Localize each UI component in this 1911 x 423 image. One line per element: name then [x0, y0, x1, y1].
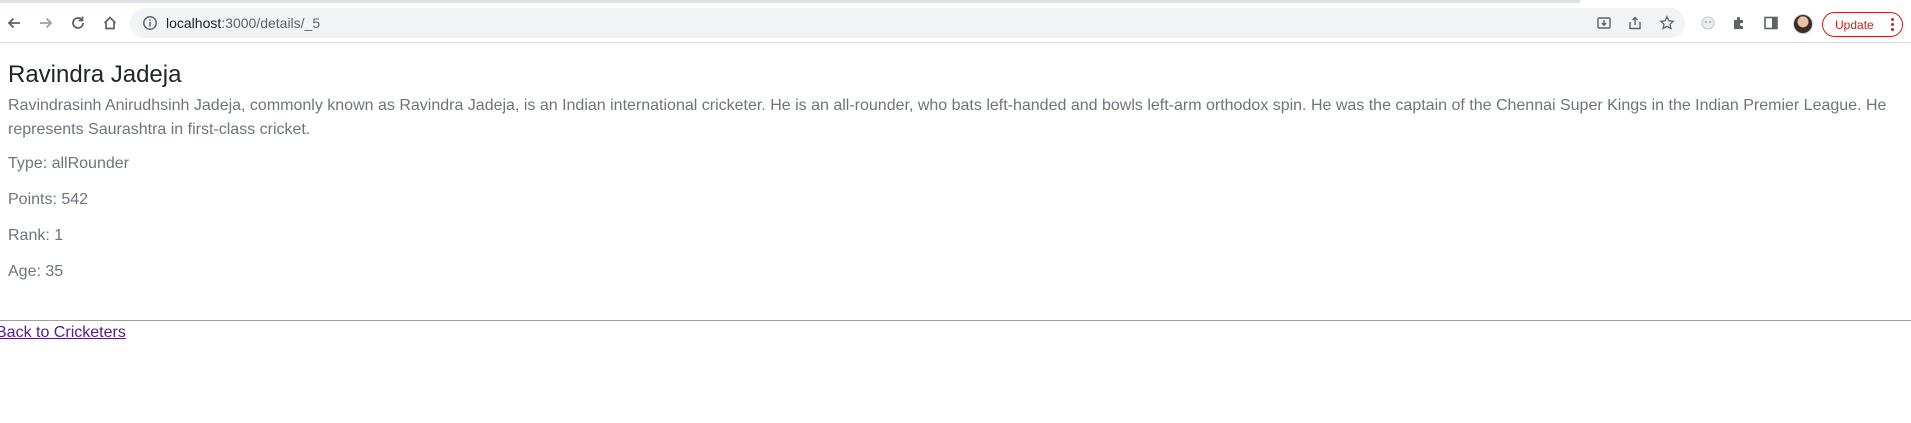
back-icon[interactable] [0, 9, 28, 37]
type-field: Type: allRounder [8, 155, 129, 172]
back-to-cricketers-link[interactable]: Back to Cricketers [0, 324, 126, 342]
profile-avatar[interactable] [1793, 14, 1813, 34]
install-app-icon[interactable] [1595, 14, 1613, 32]
cricketer-description: Ravindrasinh Anirudhsinh Jadeja, commonl… [8, 97, 1887, 138]
url-path: :3000/details/_5 [221, 15, 321, 31]
url-text[interactable]: localhost:3000/details/_5 [166, 15, 320, 31]
rank-field: Rank: 1 [8, 227, 64, 244]
reload-icon[interactable] [64, 9, 92, 37]
url-host: localhost [166, 15, 222, 31]
update-button[interactable]: Update [1822, 12, 1903, 37]
points-field: Points: 542 [8, 191, 89, 208]
forward-icon[interactable] [32, 9, 60, 37]
divider [0, 320, 1911, 321]
age-field: Age: 35 [8, 263, 64, 280]
menu-dots-icon[interactable] [1891, 18, 1894, 33]
side-panel-icon[interactable] [1762, 14, 1780, 32]
bookmark-star-icon[interactable] [1658, 14, 1676, 32]
cricketer-name: Ravindra Jadeja [8, 61, 182, 88]
browser-toolbar: localhost:3000/details/_5 Update [0, 3, 1911, 43]
site-info-icon[interactable] [142, 15, 158, 36]
home-icon[interactable] [96, 9, 124, 37]
extension-puzzle-icon[interactable] [1730, 14, 1748, 32]
address-bar[interactable]: localhost:3000/details/_5 [130, 8, 1685, 38]
update-label: Update [1835, 17, 1874, 32]
share-icon[interactable] [1626, 14, 1644, 32]
extension-icon[interactable] [1699, 14, 1717, 32]
